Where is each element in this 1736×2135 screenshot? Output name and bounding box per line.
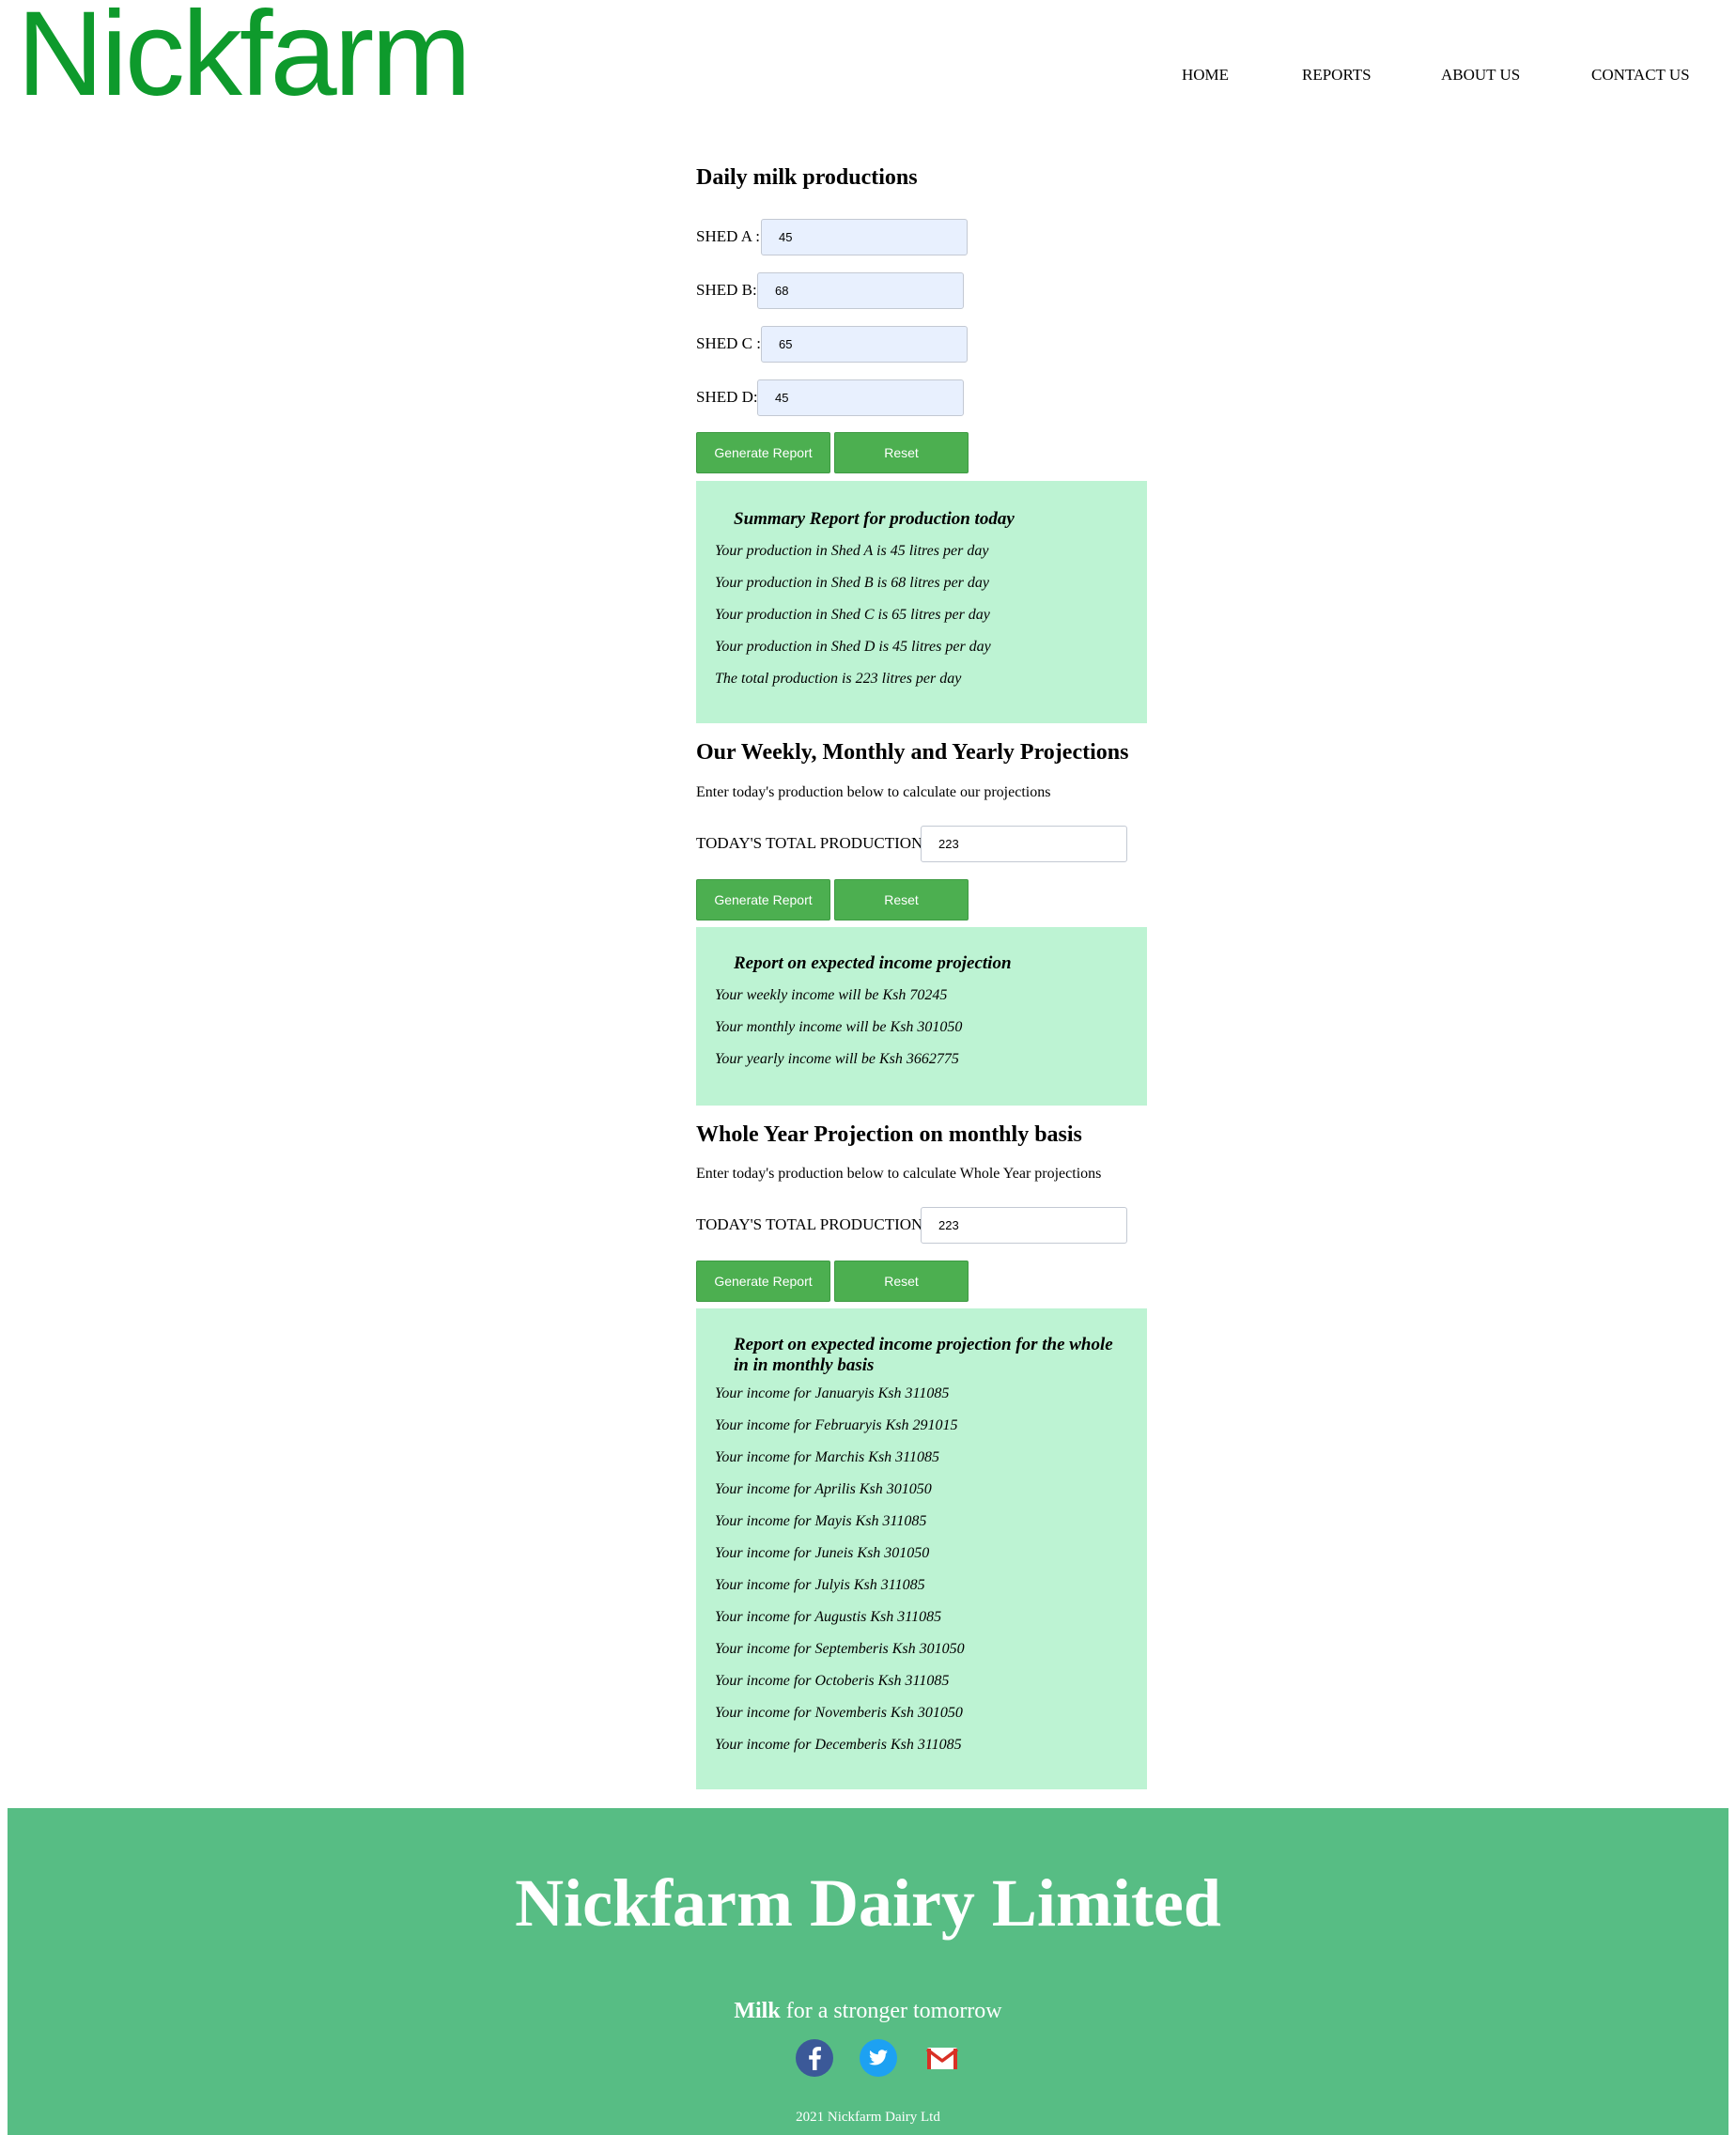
site-logo[interactable]: Nickfarm: [17, 0, 472, 115]
nav-home[interactable]: HOME: [1182, 66, 1229, 85]
footer-tagline: Milk for a stronger tomorrow: [8, 1999, 1728, 2024]
yearly-production-label: TODAY'S TOTAL PRODUCTION :: [696, 1215, 932, 1233]
projections-reset-button[interactable]: Reset: [834, 879, 969, 921]
monthly-report-title: Report on expected income projection for…: [734, 1335, 1113, 1375]
site-footer: Nickfarm Dairy Limited Milk for a strong…: [8, 1808, 1728, 2135]
report-line: Your income for Juneis Ksh 301050: [715, 1545, 930, 1561]
yearly-production-input[interactable]: [921, 1207, 1127, 1244]
shed-d-input[interactable]: [757, 379, 964, 416]
shed-a-label: SHED A :: [696, 227, 761, 245]
report-line: Your income for Septemberis Ksh 301050: [715, 1641, 965, 1657]
shed-b-label: SHED B:: [696, 281, 757, 299]
report-line: Your income for Marchis Ksh 311085: [715, 1449, 939, 1465]
daily-generate-report-button[interactable]: Generate Report: [696, 432, 830, 473]
shed-d-label: SHED D:: [696, 388, 758, 406]
report-line: Your income for Octoberis Ksh 311085: [715, 1673, 950, 1689]
report-line: Your weekly income will be Ksh 70245: [715, 987, 948, 1003]
nav-reports[interactable]: REPORTS: [1302, 66, 1372, 85]
report-line: Your income for Januaryis Ksh 311085: [715, 1385, 950, 1401]
report-line: Your production in Shed C is 65 litres p…: [715, 607, 990, 623]
report-line: Your production in Shed D is 45 litres p…: [715, 639, 991, 655]
monthly-income-report: Report on expected income projection for…: [696, 1308, 1147, 1789]
income-projection-report: Report on expected income projection You…: [696, 927, 1147, 1106]
facebook-icon[interactable]: [795, 2038, 834, 2078]
projections-section-title: Our Weekly, Monthly and Yearly Projectio…: [696, 740, 1129, 765]
report-line: Your income for Aprilis Ksh 301050: [715, 1481, 932, 1497]
report-line: Your production in Shed A is 45 litres p…: [715, 543, 989, 559]
tagline-bold: Milk: [734, 1999, 781, 2023]
yearly-reset-button[interactable]: Reset: [834, 1261, 969, 1302]
shed-c-input[interactable]: [761, 326, 968, 363]
yearly-description: Enter today's production below to calcul…: [696, 1166, 1102, 1182]
twitter-icon[interactable]: [859, 2038, 898, 2078]
footer-company-name: Nickfarm Dairy Limited: [515, 1865, 1221, 1941]
shed-c-label: SHED C :: [696, 334, 761, 352]
projections-description: Enter today's production below to calcul…: [696, 784, 1051, 800]
footer-copyright: 2021 Nickfarm Dairy Ltd: [796, 2110, 940, 2125]
report-line: Your income for Novemberis Ksh 301050: [715, 1705, 963, 1721]
report-line: Your income for Mayis Ksh 311085: [715, 1513, 927, 1529]
shed-b-input[interactable]: [757, 272, 964, 309]
daily-summary-report: Summary Report for production today Your…: [696, 481, 1147, 723]
report-line: Your monthly income will be Ksh 301050: [715, 1019, 963, 1035]
projections-production-input[interactable]: [921, 826, 1127, 862]
yearly-generate-report-button[interactable]: Generate Report: [696, 1261, 830, 1302]
projections-production-label: TODAY'S TOTAL PRODUCTION :: [696, 834, 932, 852]
daily-section-title: Daily milk productions: [696, 165, 918, 190]
tagline-rest: for a stronger tomorrow: [780, 1999, 1002, 2023]
report-line: Your income for Februaryis Ksh 291015: [715, 1417, 958, 1433]
nav-contact-us[interactable]: CONTACT US: [1591, 66, 1690, 85]
report-line: Your income for Julyis Ksh 311085: [715, 1577, 925, 1593]
report-line: The total production is 223 litres per d…: [715, 671, 962, 687]
projection-report-title: Report on expected income projection: [734, 953, 1012, 973]
social-icons: [787, 2038, 975, 2080]
report-line: Your yearly income will be Ksh 3662775: [715, 1051, 959, 1067]
daily-report-title: Summary Report for production today: [734, 509, 1015, 529]
report-line: Your income for Augustis Ksh 311085: [715, 1609, 942, 1625]
report-line: Your income for Decemberis Ksh 311085: [715, 1737, 962, 1753]
nav-about-us[interactable]: ABOUT US: [1441, 66, 1520, 85]
gmail-icon[interactable]: [922, 2038, 962, 2078]
projections-generate-report-button[interactable]: Generate Report: [696, 879, 830, 921]
daily-reset-button[interactable]: Reset: [834, 432, 969, 473]
shed-a-input[interactable]: [761, 219, 968, 255]
report-line: Your production in Shed B is 68 litres p…: [715, 575, 989, 591]
yearly-section-title: Whole Year Projection on monthly basis: [696, 1122, 1082, 1147]
main-nav: HOME REPORTS ABOUT US CONTACT US: [1165, 66, 1700, 94]
